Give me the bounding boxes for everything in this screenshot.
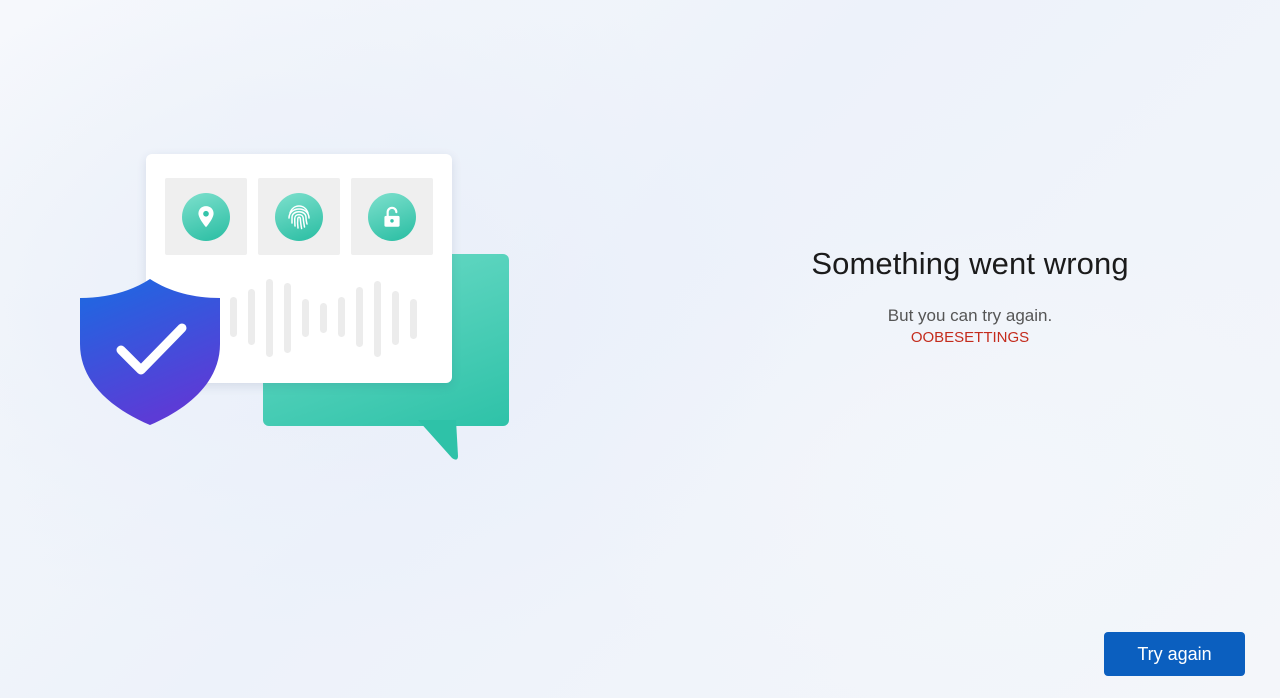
try-again-button[interactable]: Try again [1104, 632, 1245, 676]
unlock-tile [351, 178, 433, 255]
fingerprint-icon [288, 204, 310, 229]
subtitle-text: But you can try again. [887, 306, 1053, 325]
location-tile [165, 178, 247, 255]
location-pin-icon [198, 205, 214, 227]
security-illustration [0, 0, 560, 500]
fingerprint-tile [258, 178, 340, 255]
chat-bubble-tail [418, 420, 458, 460]
page-title: Something went wrong [811, 246, 1129, 281]
error-code: OOBESETTINGS [910, 329, 1030, 346]
voice-waveform [230, 279, 417, 357]
shield-icon [80, 279, 220, 425]
unlock-icon [384, 206, 400, 227]
